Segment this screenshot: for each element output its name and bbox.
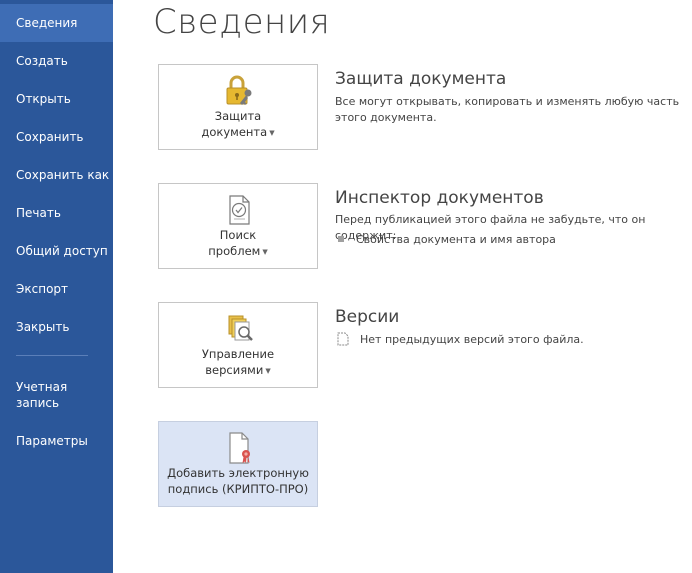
- digital-signature-icon: [229, 432, 250, 464]
- sidebar-item-options[interactable]: Параметры: [0, 422, 113, 460]
- protect-document-description: Все могут открывать, копировать и изменя…: [335, 95, 680, 124]
- protect-document-button[interactable]: Защита документа ▼: [158, 64, 318, 150]
- sidebar-item-open[interactable]: Открыть: [0, 80, 113, 118]
- sidebar-item-save[interactable]: Сохранить: [0, 118, 113, 156]
- protect-document-label: Защита документа ▼: [201, 109, 275, 139]
- inspect-document-title: Инспектор документов: [335, 188, 544, 208]
- add-digital-signature-label: Добавить электронную подпись (КРИПТО-ПРО…: [167, 466, 309, 496]
- backstage-sidebar: Сведения Создать Открыть Сохранить Сохра…: [0, 0, 113, 573]
- bullet-icon: [338, 236, 344, 242]
- sidebar-item-info[interactable]: Сведения: [0, 4, 113, 42]
- manage-versions-icon: [228, 315, 253, 341]
- sidebar-item-share[interactable]: Общий доступ: [0, 232, 113, 270]
- versions-status: Нет предыдущих версий этого файла.: [336, 332, 584, 348]
- versions-title: Версии: [335, 307, 400, 327]
- lock-key-icon: [226, 75, 252, 105]
- sidebar-divider: [16, 355, 88, 356]
- sidebar-item-new[interactable]: Создать: [0, 42, 113, 80]
- document-icon: [337, 332, 349, 346]
- manage-versions-button[interactable]: Управление версиями ▼: [158, 302, 318, 388]
- sidebar-item-print[interactable]: Печать: [0, 194, 113, 232]
- chevron-down-icon: ▼: [262, 247, 268, 256]
- inspect-bullet-item: Свойства документа и имя автора: [338, 232, 556, 248]
- sidebar-item-save-as[interactable]: Сохранить как: [0, 156, 113, 194]
- check-for-issues-label: Поиск проблем ▼: [208, 228, 268, 258]
- sidebar-item-export[interactable]: Экспорт: [0, 270, 113, 308]
- inspect-document-icon: [229, 195, 250, 225]
- protect-document-title: Защита документа: [335, 69, 507, 89]
- sidebar-item-close[interactable]: Закрыть: [0, 308, 113, 346]
- check-for-issues-button[interactable]: Поиск проблем ▼: [158, 183, 318, 269]
- chevron-down-icon: ▼: [269, 128, 275, 137]
- chevron-down-icon: ▼: [265, 366, 271, 375]
- manage-versions-label: Управление версиями ▼: [201, 347, 275, 377]
- page-title: Сведения: [153, 2, 331, 42]
- add-digital-signature-button[interactable]: Добавить электронную подпись (КРИПТО-ПРО…: [158, 421, 318, 507]
- sidebar-item-account[interactable]: Учетная запись: [0, 376, 90, 414]
